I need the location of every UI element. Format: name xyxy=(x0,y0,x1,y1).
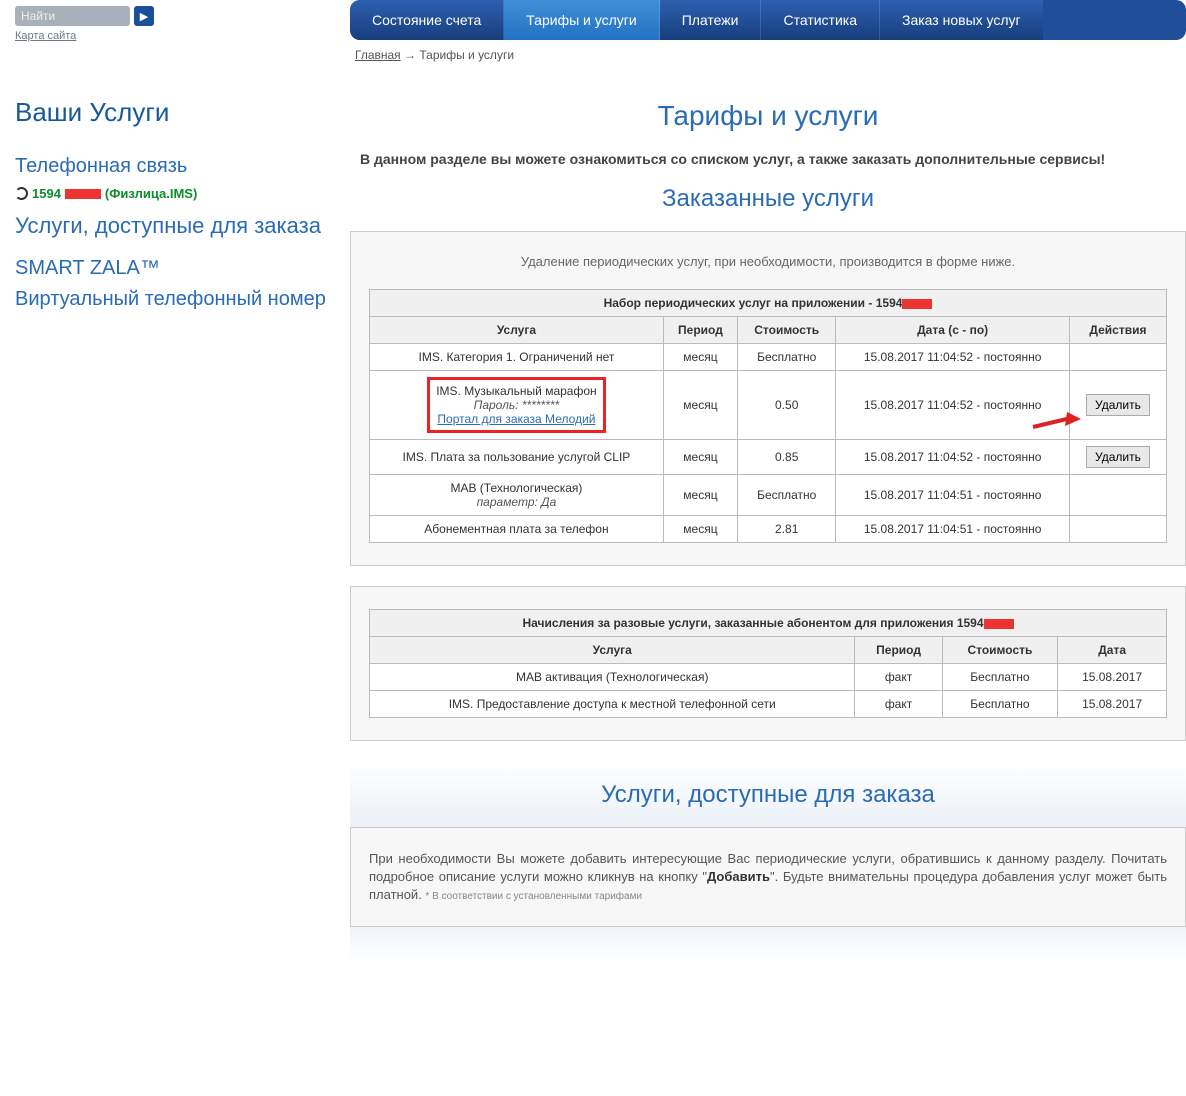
actions-cell xyxy=(1069,474,1166,515)
col-date: Дата (с - по) xyxy=(836,316,1070,343)
service-cell: МАВ (Технологическая)параметр: Да xyxy=(370,474,664,515)
onetime-services-panel: Начисления за разовые услуги, заказанные… xyxy=(350,586,1186,741)
col-cost: Стоимость xyxy=(942,636,1058,663)
table-row: IMS. Предоставление доступа к местной те… xyxy=(370,690,1167,717)
sidebar-available-services[interactable]: Услуги, доступные для заказа xyxy=(15,211,340,241)
period-cell: месяц xyxy=(663,370,737,439)
cost-cell: Бесплатно xyxy=(738,474,836,515)
sidebar-heading: Ваши Услуги xyxy=(15,97,340,128)
periodic-services-table: Набор периодических услуг на приложении … xyxy=(369,289,1167,543)
nav-item-3[interactable]: Статистика xyxy=(761,0,880,40)
nav-item-1[interactable]: Тарифы и услуги xyxy=(504,0,659,40)
table-row: IMS. Плата за пользование услугой CLIPме… xyxy=(370,439,1167,474)
ordered-panel-note: Удаление периодических услуг, при необхо… xyxy=(369,254,1167,269)
period-cell: факт xyxy=(855,690,942,717)
actions-cell xyxy=(1069,515,1166,542)
cost-cell: Бесплатно xyxy=(738,343,836,370)
cost-cell: 0.85 xyxy=(738,439,836,474)
delete-button[interactable]: Удалить xyxy=(1086,446,1150,468)
service-cell: IMS. Категория 1. Ограничений нет xyxy=(370,343,664,370)
nav-item-0[interactable]: Состояние счета xyxy=(350,0,504,40)
ordered-services-title: Заказанные услуги xyxy=(350,185,1186,213)
period-cell: месяц xyxy=(663,343,737,370)
redacted-block xyxy=(902,299,932,309)
main-nav: Состояние счетаТарифы и услугиПлатежиСта… xyxy=(350,0,1186,40)
nav-item-2[interactable]: Платежи xyxy=(660,0,762,40)
table-row: IMS. Музыкальный марафонПароль: ********… xyxy=(370,370,1167,439)
date-cell: 15.08.2017 11:04:51 - постоянно xyxy=(836,474,1070,515)
breadcrumb-home[interactable]: Главная xyxy=(355,48,401,62)
table-row: МАВ активация (Технологическая)фактБеспл… xyxy=(370,663,1167,690)
loading-icon xyxy=(15,187,28,200)
date-cell: 15.08.2017 11:04:52 - постоянно xyxy=(836,343,1070,370)
col-cost: Стоимость xyxy=(738,316,836,343)
col-service: Услуга xyxy=(370,636,855,663)
breadcrumb: Главная → Тарифы и услуги xyxy=(350,40,1186,70)
cost-cell: Бесплатно xyxy=(942,690,1058,717)
col-date: Дата xyxy=(1058,636,1167,663)
service-cell: Абонементная плата за телефон xyxy=(370,515,664,542)
actions-cell xyxy=(1069,343,1166,370)
actions-cell: Удалить xyxy=(1069,370,1166,439)
available-services-title: Услуги, доступные для заказа xyxy=(350,781,1186,809)
breadcrumb-sep: → xyxy=(401,48,420,62)
sidebar-smart-zala[interactable]: SMART ZALA™ xyxy=(15,255,340,282)
service-cell: МАВ активация (Технологическая) xyxy=(370,663,855,690)
delete-button[interactable]: Удалить xyxy=(1086,394,1150,416)
arrow-right-icon: ▶ xyxy=(140,10,148,23)
col-period: Период xyxy=(663,316,737,343)
date-cell: 15.08.2017 11:04:52 - постоянно xyxy=(836,439,1070,474)
col-service: Услуга xyxy=(370,316,664,343)
melody-portal-link[interactable]: Портал для заказа Мелодий xyxy=(437,412,595,426)
period-cell: месяц xyxy=(663,439,737,474)
periodic-table-caption: Набор периодических услуг на приложении … xyxy=(370,289,1167,316)
service-cell: IMS. Музыкальный марафонПароль: ********… xyxy=(370,370,664,439)
period-cell: месяц xyxy=(663,474,737,515)
table-row: МАВ (Технологическая)параметр: ДамесяцБе… xyxy=(370,474,1167,515)
period-cell: факт xyxy=(855,663,942,690)
nav-item-4[interactable]: Заказ новых услуг xyxy=(880,0,1043,40)
account-type: (Физлица.IMS) xyxy=(105,186,197,201)
table-row: IMS. Категория 1. Ограничений нетмесяцБе… xyxy=(370,343,1167,370)
cost-cell: 2.81 xyxy=(738,515,836,542)
cost-cell: 0.50 xyxy=(738,370,836,439)
page-title: Тарифы и услуги xyxy=(350,100,1186,132)
intro-text: В данном разделе вы можете ознакомиться … xyxy=(350,150,1186,175)
redacted-block xyxy=(984,619,1014,629)
period-cell: месяц xyxy=(663,515,737,542)
onetime-services-table: Начисления за разовые услуги, заказанные… xyxy=(369,609,1167,718)
date-cell: 15.08.2017 xyxy=(1058,690,1167,717)
breadcrumb-current: Тарифы и услуги xyxy=(419,48,514,62)
actions-cell: Удалить xyxy=(1069,439,1166,474)
sidebar-account-line[interactable]: 1594 (Физлица.IMS) xyxy=(15,186,340,201)
date-cell: 15.08.2017 11:04:51 - постоянно xyxy=(836,515,1070,542)
redacted-block xyxy=(65,189,101,199)
available-services-panel: При необходимости Вы можете добавить инт… xyxy=(350,827,1186,928)
col-period: Период xyxy=(855,636,942,663)
sidebar-telephony[interactable]: Телефонная связь xyxy=(15,153,340,180)
date-cell: 15.08.2017 xyxy=(1058,663,1167,690)
table-row: Абонементная плата за телефонмесяц2.8115… xyxy=(370,515,1167,542)
available-note: При необходимости Вы можете добавить инт… xyxy=(369,850,1167,905)
search-input[interactable] xyxy=(15,6,130,26)
sidebar-virtual-number[interactable]: Виртуальный телефонный номер xyxy=(15,286,340,313)
search-button[interactable]: ▶ xyxy=(134,6,154,26)
service-cell: IMS. Предоставление доступа к местной те… xyxy=(370,690,855,717)
service-cell: IMS. Плата за пользование услугой CLIP xyxy=(370,439,664,474)
sitemap-link[interactable]: Карта сайта xyxy=(15,30,76,42)
col-actions: Действия xyxy=(1069,316,1166,343)
onetime-table-caption: Начисления за разовые услуги, заказанные… xyxy=(370,609,1167,636)
cost-cell: Бесплатно xyxy=(942,663,1058,690)
ordered-services-panel: Удаление периодических услуг, при необхо… xyxy=(350,231,1186,566)
account-number: 1594 xyxy=(32,186,61,201)
